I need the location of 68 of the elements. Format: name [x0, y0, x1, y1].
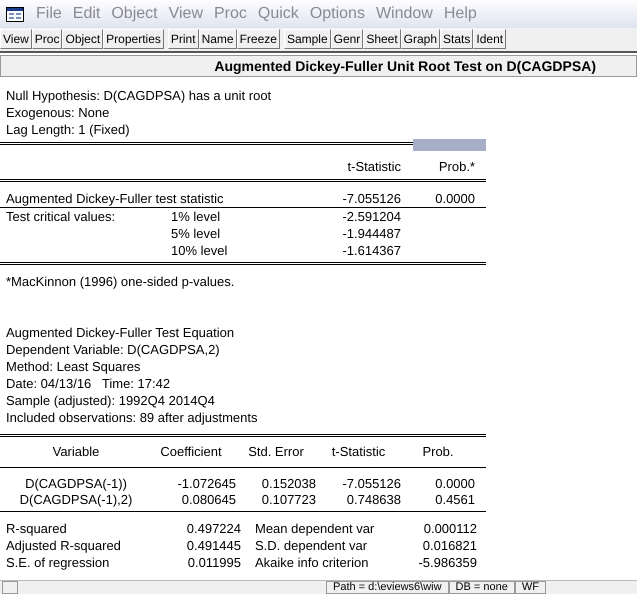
table-cell-text: -1.944487	[341, 225, 401, 242]
status-text: Path = d:\eviews6\wiw	[326, 581, 449, 594]
row-label: 10% level	[171, 242, 228, 259]
table-cell-text: 0.011995	[186, 554, 241, 571]
toolbar-button[interactable]: Ident	[473, 29, 506, 49]
footnote: *MacKinnon (1996) one-sided p-values.	[6, 273, 236, 290]
table-cell-text: -7.055126	[341, 476, 401, 492]
table-cell-text: 0.080645	[180, 492, 236, 508]
table-cell-text: 0.748638	[346, 492, 401, 508]
toolbar-button[interactable]: Freeze	[236, 29, 280, 49]
status-text: WF	[514, 581, 546, 594]
table-cell-text: 0.016821	[422, 537, 477, 554]
info-text: Null Hypothesis: D(CAGDPSA) has a unit root	[6, 87, 272, 104]
toolbar-button[interactable]: Stats	[440, 29, 474, 49]
toolbar-button[interactable]: Graph	[400, 29, 440, 49]
column-header: Prob.*	[438, 158, 475, 174]
status-panel	[2, 581, 18, 594]
toolbar-button[interactable]: Object	[62, 29, 104, 49]
output-title: Augmented Dickey-Fuller Unit Root Test on D(CAGDPSA)	[214, 58, 596, 74]
table-cell-text: Adjusted R-squared	[6, 537, 122, 554]
table-cell-text: Mean dependent var	[254, 520, 376, 537]
info-text: Exogenous: None	[6, 104, 110, 121]
info-text: Method: Least Squares	[6, 358, 142, 375]
table-cell-text: -2.591204	[341, 208, 401, 225]
table-cell-text: R-squared	[6, 520, 68, 537]
table-cell-text: D(CAGDPSA(-1))	[24, 476, 128, 492]
table-cell-text: 0.4561	[434, 492, 475, 508]
table-cell-text: 0.491445	[186, 537, 241, 554]
column-header: Std. Error	[247, 444, 305, 460]
column-header: Prob.	[421, 444, 455, 460]
toolbar-button[interactable]: Print	[168, 29, 199, 49]
column-header: Coefficient	[159, 444, 223, 460]
info-text: Date: 04/13/16 Time: 17:42	[6, 375, 172, 392]
table-cell-text: -1.072645	[176, 476, 236, 492]
row-label: 1% level	[171, 208, 222, 225]
table-cell-text: S.E. of regression	[6, 554, 110, 571]
table-cell-text: S.D. dependent var	[254, 537, 368, 554]
info-text: Augmented Dickey-Fuller Test Equation	[6, 324, 236, 341]
table-cell-text: 0.0000	[434, 476, 475, 492]
row-label: Test critical values:	[6, 208, 116, 225]
table-cell-text: 0.0000	[434, 190, 475, 207]
toolbar-button[interactable]: Proc	[32, 29, 62, 49]
info-text: Lag Length: 1 (Fixed)	[6, 121, 131, 138]
toolbar-button[interactable]: View	[0, 29, 32, 49]
window-icon[interactable]	[6, 6, 24, 22]
table-cell-text: -1.614367	[341, 242, 401, 259]
table-cell-text: D(CAGDPSA(-1),2)	[18, 492, 134, 508]
column-header: Variable	[52, 444, 100, 460]
table-cell-text: 0.152038	[260, 476, 316, 492]
column-header: t-Statistic	[346, 158, 401, 174]
table-cell-text: 0.107723	[260, 492, 316, 508]
toolbar-button[interactable]: Properties	[103, 29, 164, 49]
info-text: Sample (adjusted): 1992Q4 2014Q4	[6, 392, 216, 409]
toolbar-button[interactable]: Name	[198, 29, 237, 49]
status-text: DB = none	[448, 581, 515, 594]
table-cell-text: -7.055126	[341, 190, 401, 207]
row-label: Augmented Dickey-Fuller test statistic	[6, 190, 224, 207]
table-cell-text: 0.497224	[186, 520, 241, 537]
info-text: Dependent Variable: D(CAGDPSA,2)	[6, 341, 221, 358]
table-cell-text: -5.986359	[417, 554, 477, 571]
table-cell-text: 0.000112	[422, 520, 477, 537]
toolbar-button[interactable]: Sheet	[363, 29, 401, 49]
table-cell-text: Akaike info criterion	[254, 554, 370, 571]
info-text: Included observations: 89 after adjustments	[6, 409, 258, 426]
toolbar-button[interactable]: Genr	[330, 29, 364, 49]
column-header: t-Statistic	[330, 444, 386, 460]
row-label: 5% level	[171, 225, 222, 242]
toolbar-button[interactable]: Sample	[284, 29, 331, 49]
